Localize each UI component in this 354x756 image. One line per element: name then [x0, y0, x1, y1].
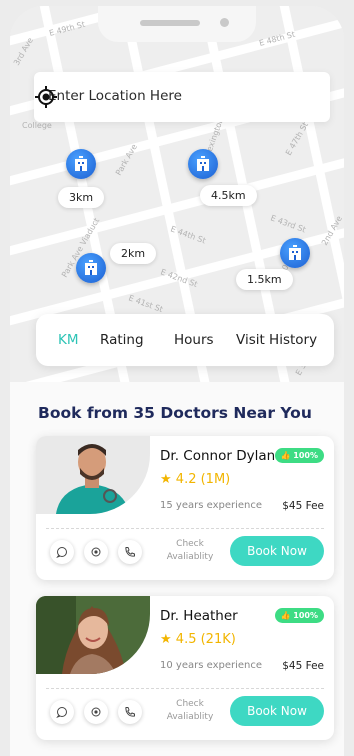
doctor-fee: $45 Fee — [282, 500, 324, 512]
location-search[interactable]: Enter Location Here — [34, 72, 330, 122]
chat-button[interactable] — [50, 540, 74, 564]
tab-km[interactable]: KM — [58, 332, 79, 348]
locate-icon — [91, 547, 101, 557]
doctor-card[interactable]: Dr. Heather 👍 100% ★ 4.5 (21K) 10 years … — [36, 596, 334, 740]
card-divider — [46, 528, 324, 529]
rating-value: 4.2 (1M) — [175, 472, 231, 487]
doctor-name: Dr. Connor Dylan — [160, 448, 276, 464]
list-title: Book from 35 Doctors Near You — [38, 404, 312, 422]
chat-icon — [56, 547, 67, 558]
search-input[interactable]: Enter Location Here — [48, 88, 182, 104]
book-now-button[interactable]: Book Now — [230, 536, 324, 566]
phone-icon — [125, 707, 135, 717]
filter-tabs: KM Rating Hours Visit History — [36, 314, 334, 366]
tab-hours[interactable]: Hours — [174, 332, 214, 348]
locate-button[interactable] — [84, 700, 108, 724]
tab-visit-history[interactable]: Visit History — [236, 332, 317, 348]
distance-label: 4.5km — [200, 185, 257, 206]
chat-icon — [56, 707, 67, 718]
card-divider — [46, 688, 324, 689]
chat-button[interactable] — [50, 700, 74, 724]
star-icon: ★ — [160, 632, 172, 647]
location-target-icon[interactable] — [34, 85, 58, 109]
star-icon: ★ — [160, 472, 172, 487]
doctor-name: Dr. Heather — [160, 608, 238, 624]
street-label: E 47th St — [284, 121, 310, 157]
doctor-fee: $45 Fee — [282, 660, 324, 672]
locate-icon — [91, 707, 101, 717]
street-label: College — [22, 121, 52, 130]
hospital-pin-icon[interactable] — [76, 253, 106, 283]
doctor-rating: ★ 4.5 (21K) — [160, 632, 236, 647]
distance-label: 3km — [58, 187, 105, 208]
check-availability-link[interactable]: Check Avaliablity — [154, 698, 226, 724]
locate-button[interactable] — [84, 540, 108, 564]
doctor-photo — [36, 596, 150, 674]
distance-label: 1.5km — [236, 269, 293, 290]
phone-notch — [98, 6, 256, 42]
badge-value: 100% — [293, 451, 318, 460]
doctor-card[interactable]: Dr. Connor Dylan 👍 100% ★ 4.2 (1M) 15 ye… — [36, 436, 334, 580]
rating-value: 4.5 (21K) — [175, 632, 236, 647]
hospital-pin-icon[interactable] — [280, 238, 310, 268]
thumbs-up-icon: 👍 — [280, 451, 291, 460]
street-label: E 43rd St — [269, 213, 307, 234]
call-button[interactable] — [118, 540, 142, 564]
hospital-pin-icon[interactable] — [66, 149, 96, 179]
approval-badge: 👍 100% — [274, 608, 324, 623]
doctor-photo — [36, 436, 150, 514]
hospital-pin-icon[interactable] — [188, 149, 218, 179]
street-label: E 41st St — [127, 293, 164, 314]
thumbs-up-icon: 👍 — [280, 611, 291, 620]
approval-badge: 👍 100% — [274, 448, 324, 463]
call-button[interactable] — [118, 700, 142, 724]
doctor-experience: 15 years experience — [160, 500, 263, 511]
app-screen: E 49th St E 48th St College Park Ave Par… — [10, 6, 344, 756]
front-camera — [220, 18, 229, 27]
badge-value: 100% — [293, 611, 318, 620]
check-availability-link[interactable]: Check Avaliablity — [154, 538, 226, 564]
distance-label: 2km — [110, 243, 157, 264]
phone-frame: E 49th St E 48th St College Park Ave Par… — [0, 0, 354, 756]
doctor-list-sheet: Book from 35 Doctors Near You Dr. Connor… — [10, 382, 344, 756]
phone-icon — [125, 547, 135, 557]
speaker-grille — [140, 20, 200, 26]
doctor-experience: 10 years experience — [160, 660, 263, 671]
tab-rating[interactable]: Rating — [100, 332, 144, 348]
book-now-button[interactable]: Book Now — [230, 696, 324, 726]
doctor-rating: ★ 4.2 (1M) — [160, 472, 230, 487]
map-view[interactable]: E 49th St E 48th St College Park Ave Par… — [10, 6, 344, 386]
